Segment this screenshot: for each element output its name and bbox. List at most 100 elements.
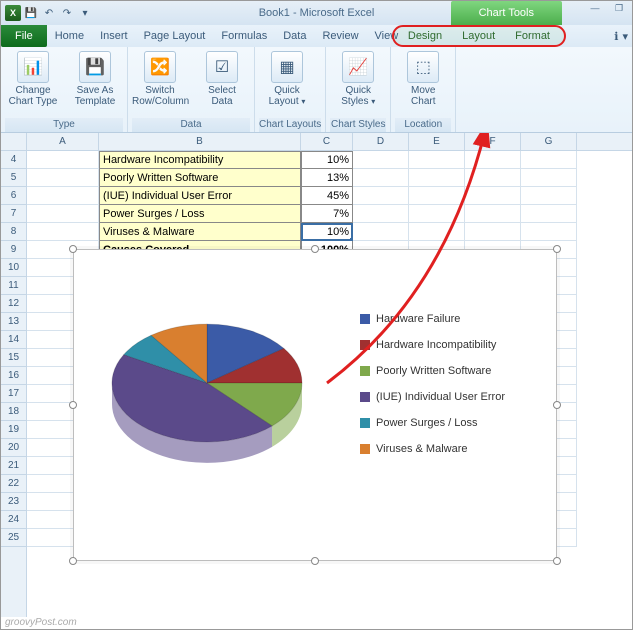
row-header-25[interactable]: 25 bbox=[1, 529, 26, 547]
cell-A7[interactable] bbox=[27, 205, 99, 223]
cell-A5[interactable] bbox=[27, 169, 99, 187]
chart-handle-s[interactable] bbox=[311, 557, 319, 565]
chart-handle-nw[interactable] bbox=[69, 245, 77, 253]
cell-E6[interactable] bbox=[409, 187, 465, 205]
cell-A4[interactable] bbox=[27, 151, 99, 169]
chart-handle-n[interactable] bbox=[311, 245, 319, 253]
quick-layout-button[interactable]: ▦QuickLayout bbox=[259, 49, 315, 107]
row-header-9[interactable]: 9 bbox=[1, 241, 26, 259]
tab-data[interactable]: Data bbox=[275, 25, 314, 47]
help-icon[interactable]: ℹ bbox=[614, 30, 618, 43]
row-header-11[interactable]: 11 bbox=[1, 277, 26, 295]
cell-F6[interactable] bbox=[465, 187, 521, 205]
cell-C7[interactable]: 7% bbox=[301, 205, 353, 223]
ctx-tab-layout[interactable]: Layout bbox=[452, 27, 505, 45]
cell-E8[interactable] bbox=[409, 223, 465, 241]
tab-formulas[interactable]: Formulas bbox=[213, 25, 275, 47]
ribbon-minimize-icon[interactable]: ▾ bbox=[622, 30, 628, 43]
cell-E7[interactable] bbox=[409, 205, 465, 223]
cell-C8[interactable]: 10% bbox=[301, 223, 353, 241]
cell-B8[interactable]: Viruses & Malware bbox=[99, 223, 301, 241]
cell-E5[interactable] bbox=[409, 169, 465, 187]
minimize-button[interactable]: — bbox=[586, 3, 604, 17]
cell-D8[interactable] bbox=[353, 223, 409, 241]
quick-styles-icon: 📈 bbox=[342, 51, 374, 83]
cell-D4[interactable] bbox=[353, 151, 409, 169]
row-header-13[interactable]: 13 bbox=[1, 313, 26, 331]
row-header-20[interactable]: 20 bbox=[1, 439, 26, 457]
row-header-18[interactable]: 18 bbox=[1, 403, 26, 421]
col-header-G[interactable]: G bbox=[521, 133, 577, 150]
col-header-D[interactable]: D bbox=[353, 133, 409, 150]
row-header-17[interactable]: 17 bbox=[1, 385, 26, 403]
row-header-4[interactable]: 4 bbox=[1, 151, 26, 169]
change-chart-type-button[interactable]: 📊ChangeChart Type bbox=[5, 49, 61, 107]
ctx-tab-design[interactable]: Design bbox=[398, 27, 452, 45]
row-header-8[interactable]: 8 bbox=[1, 223, 26, 241]
ctx-tab-format[interactable]: Format bbox=[505, 27, 560, 45]
cell-A6[interactable] bbox=[27, 187, 99, 205]
col-header-C[interactable]: C bbox=[301, 133, 353, 150]
row-header-10[interactable]: 10 bbox=[1, 259, 26, 277]
chart-handle-e[interactable] bbox=[553, 401, 561, 409]
qat-customize-button[interactable]: ▾ bbox=[77, 5, 93, 21]
row-header-6[interactable]: 6 bbox=[1, 187, 26, 205]
qat-save-button[interactable]: 💾 bbox=[23, 5, 39, 21]
restore-button[interactable]: ❐ bbox=[610, 3, 628, 17]
cell-B7[interactable]: Power Surges / Loss bbox=[99, 205, 301, 223]
cell-F4[interactable] bbox=[465, 151, 521, 169]
cell-D7[interactable] bbox=[353, 205, 409, 223]
row-header-23[interactable]: 23 bbox=[1, 493, 26, 511]
col-header-A[interactable]: A bbox=[27, 133, 99, 150]
cell-F5[interactable] bbox=[465, 169, 521, 187]
row-header-12[interactable]: 12 bbox=[1, 295, 26, 313]
qat-undo-button[interactable]: ↶ bbox=[41, 5, 57, 21]
tab-page-layout[interactable]: Page Layout bbox=[136, 25, 214, 47]
tab-insert[interactable]: Insert bbox=[92, 25, 136, 47]
col-header-E[interactable]: E bbox=[409, 133, 465, 150]
row-header-22[interactable]: 22 bbox=[1, 475, 26, 493]
cell-B6[interactable]: (IUE) Individual User Error bbox=[99, 187, 301, 205]
cell-F8[interactable] bbox=[465, 223, 521, 241]
row-header-5[interactable]: 5 bbox=[1, 169, 26, 187]
quick-styles-button[interactable]: 📈QuickStyles bbox=[330, 49, 386, 107]
chart-handle-sw[interactable] bbox=[69, 557, 77, 565]
row-header-14[interactable]: 14 bbox=[1, 331, 26, 349]
cell-G8[interactable] bbox=[521, 223, 577, 241]
col-header-F[interactable]: F bbox=[465, 133, 521, 150]
tab-review[interactable]: Review bbox=[314, 25, 366, 47]
cell-D6[interactable] bbox=[353, 187, 409, 205]
row-header-24[interactable]: 24 bbox=[1, 511, 26, 529]
row-header-7[interactable]: 7 bbox=[1, 205, 26, 223]
cell-C5[interactable]: 13% bbox=[301, 169, 353, 187]
chart-handle-w[interactable] bbox=[69, 401, 77, 409]
cell-B4[interactable]: Hardware Incompatibility bbox=[99, 151, 301, 169]
cell-A8[interactable] bbox=[27, 223, 99, 241]
cell-C6[interactable]: 45% bbox=[301, 187, 353, 205]
col-header-B[interactable]: B bbox=[99, 133, 301, 150]
select-all-corner[interactable] bbox=[1, 133, 26, 151]
row-header-21[interactable]: 21 bbox=[1, 457, 26, 475]
row-header-16[interactable]: 16 bbox=[1, 367, 26, 385]
cell-G4[interactable] bbox=[521, 151, 577, 169]
cell-E4[interactable] bbox=[409, 151, 465, 169]
embedded-chart[interactable]: Hardware FailureHardware Incompatibility… bbox=[73, 249, 557, 561]
cell-C4[interactable]: 10% bbox=[301, 151, 353, 169]
cell-D5[interactable] bbox=[353, 169, 409, 187]
cell-F7[interactable] bbox=[465, 205, 521, 223]
cell-G7[interactable] bbox=[521, 205, 577, 223]
cell-G6[interactable] bbox=[521, 187, 577, 205]
row-header-15[interactable]: 15 bbox=[1, 349, 26, 367]
row-header-19[interactable]: 19 bbox=[1, 421, 26, 439]
tab-home[interactable]: Home bbox=[47, 25, 92, 47]
select-data-button[interactable]: ☑SelectData bbox=[194, 49, 250, 107]
cell-G5[interactable] bbox=[521, 169, 577, 187]
qat-redo-button[interactable]: ↷ bbox=[59, 5, 75, 21]
move-chart-button[interactable]: ⬚MoveChart bbox=[395, 49, 451, 107]
chart-handle-ne[interactable] bbox=[553, 245, 561, 253]
cell-B5[interactable]: Poorly Written Software bbox=[99, 169, 301, 187]
file-tab[interactable]: File bbox=[1, 25, 47, 47]
switch-row-column-button[interactable]: 🔀SwitchRow/Column bbox=[132, 49, 188, 107]
save-as-template-button[interactable]: 💾Save AsTemplate bbox=[67, 49, 123, 107]
chart-handle-se[interactable] bbox=[553, 557, 561, 565]
